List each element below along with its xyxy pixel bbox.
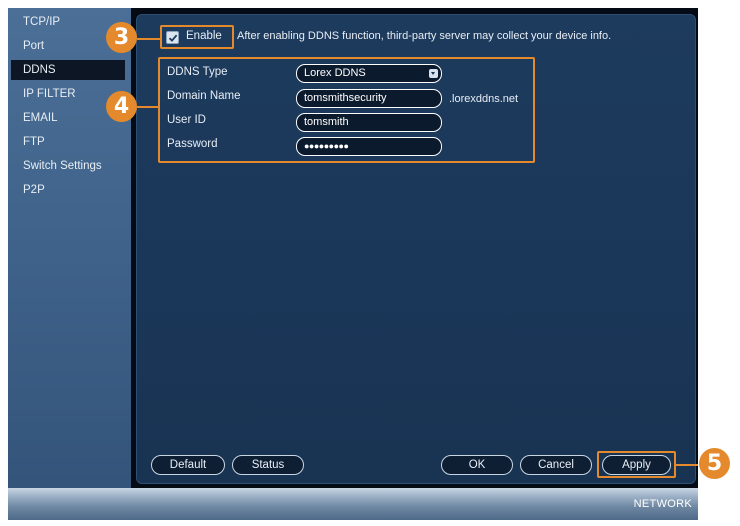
sidebar-item-ftp[interactable]: FTP — [22, 132, 126, 152]
fields-highlight — [158, 57, 535, 163]
status-button[interactable]: Status — [232, 455, 304, 475]
default-button[interactable]: Default — [151, 455, 225, 475]
enable-highlight — [160, 25, 234, 49]
sidebar-item-switch-settings[interactable]: Switch Settings — [22, 156, 126, 176]
apply-highlight — [597, 451, 676, 478]
ok-button[interactable]: OK — [441, 455, 513, 475]
sidebar-item-ddns[interactable]: DDNS — [11, 60, 125, 80]
callout-5-connector — [676, 464, 698, 466]
section-label: NETWORK — [633, 498, 692, 510]
callout-4: 4 — [106, 91, 137, 122]
sidebar-item-p2p[interactable]: P2P — [22, 180, 126, 200]
callout-3: 3 — [106, 22, 137, 53]
cancel-button[interactable]: Cancel — [520, 455, 592, 475]
privacy-notice: After enabling DDNS function, third-part… — [237, 30, 612, 42]
callout-5: 5 — [699, 448, 730, 479]
network-sidebar: TCP/IP Port DDNS IP FILTER EMAIL FTP Swi… — [8, 8, 131, 488]
callout-3-connector — [137, 38, 160, 40]
callout-4-connector — [137, 106, 158, 108]
status-bar: NETWORK — [8, 488, 698, 520]
